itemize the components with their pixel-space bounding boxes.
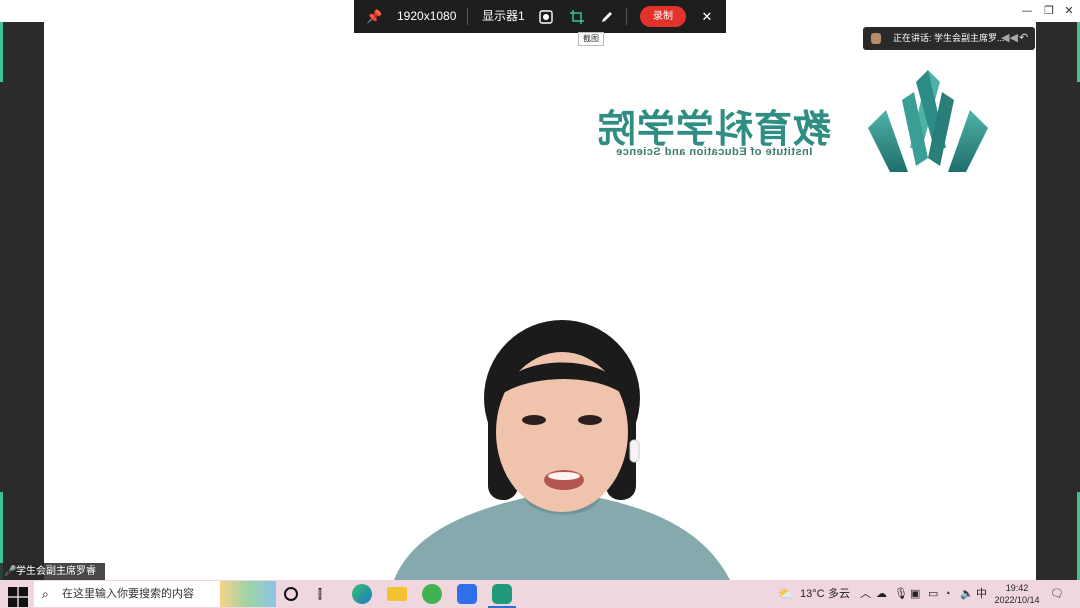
screenshot-tooltip: 截图 xyxy=(578,32,604,46)
search-highlight-banner[interactable] xyxy=(220,581,276,607)
cloud-tray-icon[interactable]: ☁ xyxy=(876,580,887,608)
close-icon[interactable]: ✕ xyxy=(700,0,714,33)
institute-logo: 教育科学学院 Institute of Education and Scienc… xyxy=(586,70,990,174)
tencent-meeting-icon[interactable] xyxy=(457,584,477,604)
app-tray-icon[interactable]: ▣ xyxy=(910,580,920,608)
mic-tray-icon[interactable]: 🎙 xyxy=(894,580,908,608)
accent-line xyxy=(0,22,3,82)
divider xyxy=(467,8,468,25)
display-selector[interactable]: 显示器1 xyxy=(482,0,525,33)
restore-icon[interactable]: ❐ xyxy=(1038,0,1060,22)
task-view-icon[interactable] xyxy=(284,587,298,601)
record-button[interactable]: 录制 xyxy=(640,6,686,27)
participant-name-tag: 🎤 学生会副主席罗睿馨 xyxy=(0,563,105,594)
close-icon[interactable]: ✕ xyxy=(1058,0,1080,22)
notifications-icon[interactable]: 🗨 xyxy=(1050,580,1064,608)
file-explorer-icon[interactable] xyxy=(387,587,407,601)
weather-desc[interactable]: 多云 xyxy=(828,580,850,608)
minimize-icon[interactable]: — xyxy=(1016,0,1038,22)
participant-video xyxy=(394,320,730,580)
logo-emblem-icon xyxy=(868,70,988,172)
crop-icon[interactable] xyxy=(570,10,584,24)
search-icon: ⌕ xyxy=(42,587,49,601)
screenshot-icon[interactable] xyxy=(539,10,553,24)
microphone-icon: 🎤 xyxy=(4,566,17,577)
left-panel xyxy=(0,22,44,580)
edge-icon[interactable] xyxy=(352,584,372,604)
input-method-indicator[interactable]: 中 xyxy=(976,580,987,608)
user-avatar-icon xyxy=(871,33,881,44)
tray-expand-icon[interactable]: ︿ xyxy=(860,580,871,608)
capture-toolbar: 📌 1920x1080 显示器1 录制 ✕ xyxy=(354,0,726,33)
speaking-indicator: 正在讲话: 学生会副主席罗... ◀◀ ↶ xyxy=(863,27,1035,50)
taskbar-search[interactable]: ⌕ 在这里输入你要搜索的内容 xyxy=(34,581,220,607)
wechat-icon[interactable] xyxy=(422,584,442,604)
resolution-label[interactable]: 1920x1080 xyxy=(397,0,456,33)
pen-icon[interactable] xyxy=(600,10,614,24)
reply-arrow-icon[interactable]: ↶ xyxy=(1019,27,1028,50)
search-placeholder: 在这里输入你要搜索的内容 xyxy=(62,588,194,600)
pin-icon[interactable]: 📌 xyxy=(366,0,382,33)
volume-icon[interactable]: 🔈 xyxy=(960,580,974,608)
windows-start-icon[interactable] xyxy=(8,587,28,607)
battery-icon[interactable]: ▭ xyxy=(928,580,938,608)
divider xyxy=(626,8,627,25)
wifi-icon[interactable]: ◔ xyxy=(944,580,951,608)
widgets-icon[interactable]: ⫿ xyxy=(318,584,338,604)
recorder-app-icon[interactable] xyxy=(492,584,512,604)
right-panel xyxy=(1036,22,1080,580)
clock[interactable]: 19:42 2022/10/14 xyxy=(992,582,1042,606)
speaking-text: 正在讲话: 学生会副主席罗... xyxy=(893,33,1005,43)
logo-subtitle: Institute of Education and Science xyxy=(615,146,813,158)
weather-icon[interactable]: ⛅ xyxy=(778,580,794,608)
windows-taskbar: ⌕ 在这里输入你要搜索的内容 ⫿ ⛅ 13°C 多云 ︿ ☁ 🎙 ▣ ▭ ◔ 🔈… xyxy=(0,580,1080,608)
logo-title: 教育科学学院 xyxy=(597,107,832,151)
speaker-volume-icon: ◀◀ xyxy=(1001,32,1018,44)
clock-time: 19:42 xyxy=(1005,583,1029,593)
clock-date: 2022/10/14 xyxy=(994,595,1040,605)
weather-temp[interactable]: 13°C xyxy=(800,580,825,608)
